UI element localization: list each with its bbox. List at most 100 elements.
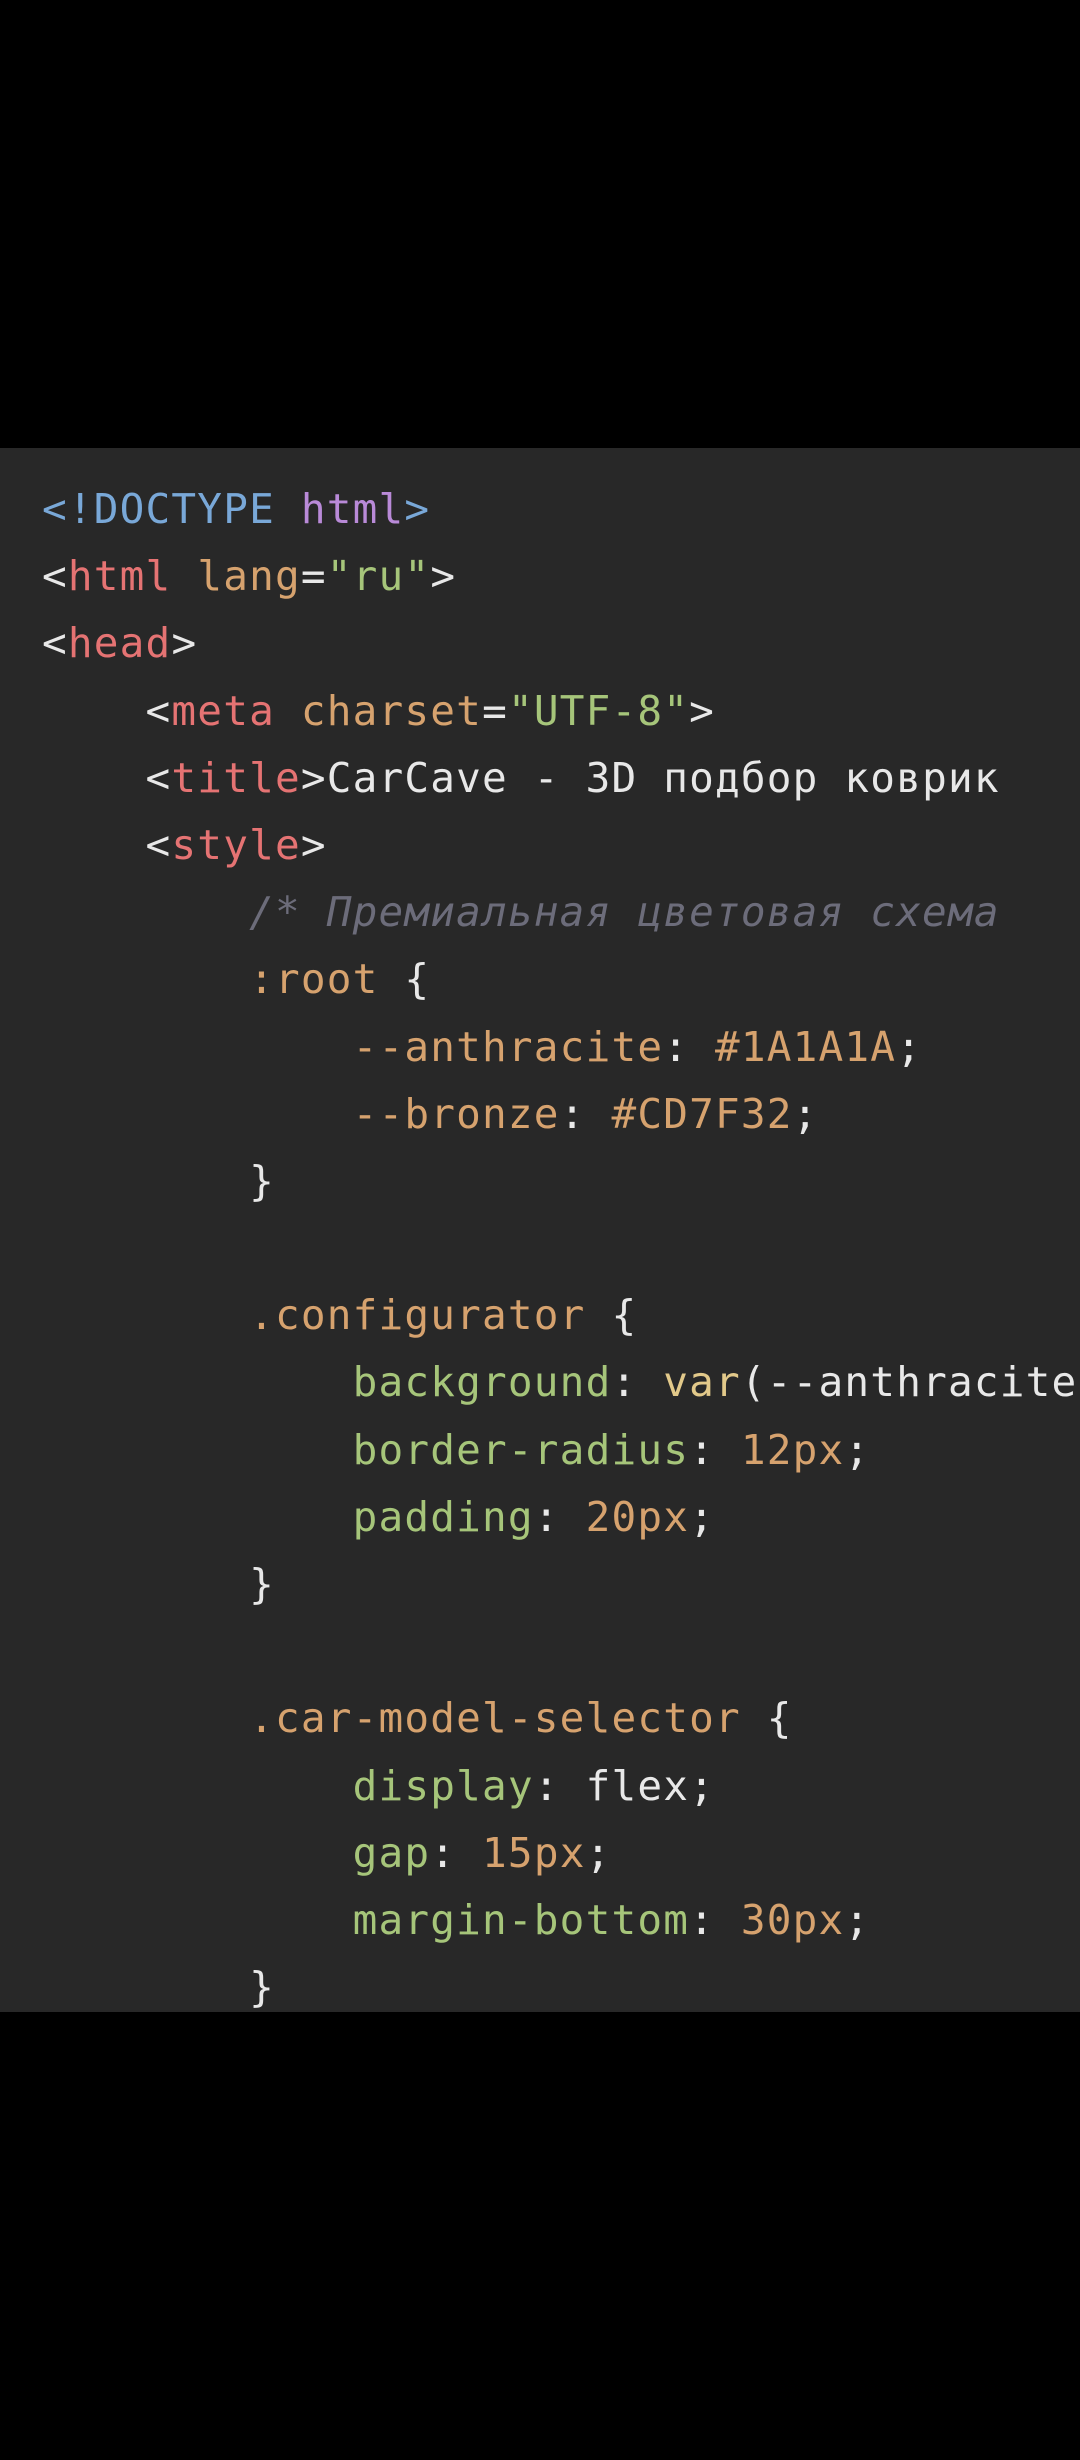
code-token: <: [42, 619, 68, 668]
code-line: --bronze: #CD7F32;: [42, 1081, 1077, 1148]
code-line: display: flex;: [42, 1753, 1077, 1820]
code-token: head: [67, 619, 172, 668]
code-token: <!DOCTYPE: [42, 485, 301, 533]
code-line: .configurator {: [42, 1282, 1077, 1349]
code-token: 15px: [482, 1828, 586, 1877]
code-token: html: [67, 552, 172, 601]
code-token: >: [689, 686, 716, 735]
code-token: 30px: [740, 1895, 845, 1944]
code-token: CarCave - 3D подбор коврик: [326, 753, 1000, 802]
code-token: :: [533, 1492, 586, 1541]
code-token: #CD7F32: [611, 1089, 793, 1138]
code-token: }: [42, 1963, 275, 2012]
code-line: /* Премиальная цветовая схема: [42, 879, 1077, 946]
code-token: >: [300, 820, 327, 869]
code-token: {: [585, 1291, 638, 1340]
code-token: :: [611, 1358, 664, 1407]
code-line: background: var(--anthracite: [42, 1349, 1077, 1416]
code-line: :root {: [42, 946, 1077, 1013]
code-token: "ru": [326, 552, 431, 601]
code-line: <meta charset="UTF-8">: [42, 678, 1077, 745]
code-line: margin-bottom: 30px;: [42, 1887, 1077, 1954]
code-token: background: [352, 1358, 612, 1407]
code-lines: <!DOCTYPE html> <html lang="ru"> <head> <m…: [42, 476, 1077, 2012]
code-token: 20px: [585, 1492, 690, 1541]
code-token: :root: [249, 955, 379, 1004]
code-line: }: [42, 1954, 1077, 2012]
code-line: --anthracite: #1A1A1A;: [42, 1014, 1077, 1081]
code-token: ;: [844, 1425, 871, 1474]
code-token: ;: [689, 1492, 716, 1541]
code-token: meta: [171, 686, 275, 735]
code-token: >: [171, 619, 198, 668]
code-token: <: [42, 686, 172, 735]
code-token: padding: [352, 1492, 534, 1541]
code-token: var: [663, 1358, 741, 1407]
code-token: <: [42, 552, 68, 601]
code-line: <title>CarCave - 3D подбор коврик: [42, 745, 1077, 812]
code-token: /* Премиальная цветовая схема: [42, 888, 1000, 937]
code-token: .car-model-selector: [249, 1694, 741, 1743]
code-token: }: [42, 1560, 275, 1608]
code-token: {: [378, 955, 431, 1004]
code-token: #1A1A1A: [715, 1022, 897, 1071]
code-line: <html lang="ru">: [42, 543, 1077, 610]
code-token: ;: [896, 1022, 923, 1071]
code-token: :: [430, 1828, 483, 1877]
code-token: gap: [352, 1828, 431, 1877]
code-token: :: [559, 1089, 612, 1138]
code-token: :: [689, 1895, 741, 1944]
code-token: border-radius: [352, 1425, 690, 1474]
code-token: ;: [844, 1895, 871, 1944]
code-token: =: [482, 686, 508, 735]
code-token: "UTF-8": [507, 686, 690, 735]
code-token: .configurator: [249, 1291, 586, 1340]
code-line: <!DOCTYPE html>: [42, 476, 1077, 543]
code-token: style: [171, 820, 301, 869]
code-token: ;: [585, 1828, 612, 1877]
code-token: display: [352, 1761, 534, 1810]
code-token: charset: [300, 686, 483, 735]
code-token: :: [689, 1425, 741, 1474]
code-token: }: [42, 1156, 275, 1205]
code-token: =: [300, 552, 327, 601]
code-line: .car-model-selector {: [42, 1685, 1077, 1752]
code-token: flex: [585, 1761, 690, 1810]
code-token: >: [300, 753, 327, 802]
code-token: >: [430, 552, 457, 601]
code-token: :: [533, 1761, 586, 1810]
code-token: :: [663, 1022, 715, 1071]
code-token: --bronze: [352, 1089, 560, 1138]
code-line: padding: 20px;: [42, 1484, 1077, 1551]
code-token: html: [300, 485, 405, 533]
code-viewer[interactable]: <!DOCTYPE html> <html lang="ru"> <head> <m…: [0, 448, 1080, 2012]
code-line: }: [42, 1551, 1077, 1618]
code-token: (--anthracite: [740, 1358, 1078, 1407]
code-token: ;: [792, 1089, 819, 1138]
code-token: <: [42, 820, 172, 869]
code-token: {: [740, 1694, 793, 1743]
code-token: title: [171, 753, 301, 802]
code-line: <style>: [42, 812, 1077, 879]
code-line: border-radius: 12px;: [42, 1417, 1077, 1484]
code-token: 12px: [740, 1425, 845, 1474]
code-token: margin-bottom: [352, 1895, 690, 1944]
code-line: <head>: [42, 610, 1077, 677]
code-token: --anthracite: [352, 1022, 664, 1071]
code-token: lang: [197, 552, 301, 601]
code-line: gap: 15px;: [42, 1820, 1077, 1887]
